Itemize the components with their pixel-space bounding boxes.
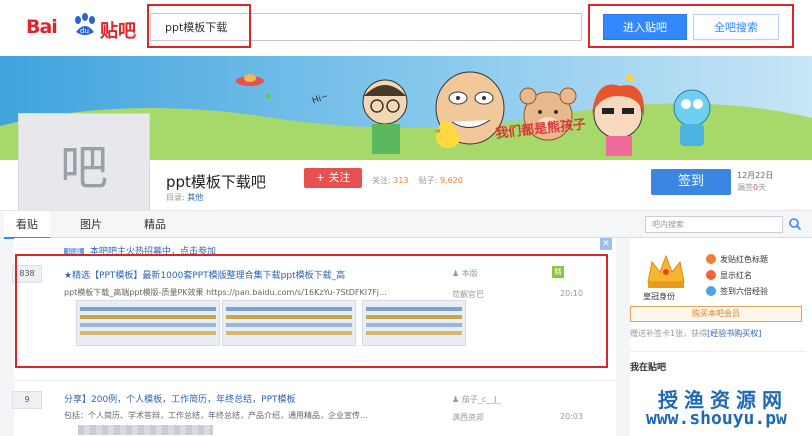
tab-featured[interactable]: 精品 — [132, 211, 178, 239]
sign-missed-suffix: 天 — [758, 183, 767, 192]
followers-count: 313 — [393, 176, 409, 185]
sign-date: 12月22日 — [737, 171, 774, 180]
followers-label: 关注: — [372, 176, 391, 185]
sign-missed-days: 漏签0天 — [737, 182, 766, 193]
perk-label: 发贴红色标题 — [720, 255, 768, 264]
red-name-icon — [706, 270, 716, 280]
search-icon[interactable] — [788, 217, 802, 231]
perk-item: 显示红名 — [706, 270, 752, 281]
perk-label: 显示红名 — [720, 271, 752, 280]
logo-text-tieba: 贴吧 — [100, 21, 136, 42]
forum-category: 目录: 其他 — [166, 192, 203, 203]
watermark-url: www.shouyu.pw — [646, 408, 787, 429]
thread-last-reply-user[interactable]: 满西资邦 — [452, 412, 484, 423]
posts-count: 9,620 — [439, 176, 463, 185]
tab-images[interactable]: 图片 — [68, 211, 114, 239]
forum-search-input[interactable]: 吧内搜索 — [645, 216, 783, 233]
perk-item: 签到六倍经验 — [706, 286, 768, 297]
perk-label: 签到六倍经验 — [720, 287, 768, 296]
user-icon: ♟ — [452, 395, 462, 404]
perk-item: 发贴红色标题 — [706, 254, 768, 265]
vip-note: 赠送补签卡1张，获得[经验书购买权] — [630, 328, 761, 339]
reply-count: 9 — [12, 391, 42, 409]
red-title-icon — [706, 254, 716, 264]
vip-note-text: 赠送补签卡1张，获得 — [630, 329, 708, 338]
watermark: 授渔资源网 www.shouyu.pw — [644, 378, 812, 436]
baidu-tieba-logo[interactable]: Bai du 贴吧 — [26, 10, 146, 42]
follow-button[interactable]: + 关注 — [304, 168, 362, 188]
exp-book-link[interactable]: [经验书购买权] — [707, 329, 761, 338]
annotation-frame-search — [147, 4, 251, 48]
forum-stats: 关注: 313 贴子: 9,620 — [372, 175, 463, 186]
category-link[interactable]: 其他 — [187, 193, 203, 202]
baidu-paw-icon: du — [75, 13, 95, 35]
thread-author[interactable]: ♟ 茄子_c__J_ — [452, 394, 500, 405]
thread-time: 20:03 — [560, 412, 584, 421]
my-forums-heading: 我在贴吧 — [630, 363, 667, 373]
logo-text-bai: Bai — [26, 16, 58, 38]
annotation-frame-thread — [15, 254, 608, 368]
blurred-image-strip — [78, 425, 213, 435]
sidebar-divider — [630, 351, 806, 352]
sign-exp-icon — [706, 286, 716, 296]
annotation-frame-buttons — [588, 4, 794, 48]
signin-button[interactable]: 签到 — [651, 169, 731, 195]
posts-label: 贴子: — [418, 176, 438, 185]
logo-paw-text: du — [80, 27, 89, 35]
thread-title[interactable]: 分享】200例，个人模板，工作简历，年终总结，PPT模板 — [64, 392, 424, 405]
buy-vip-button[interactable]: 购买本吧会员 — [630, 306, 802, 322]
thread-excerpt: 包括：个人简历、学术答辩，工作总结，年终总结，产品介绍，通用精品，企业宣传... — [64, 411, 368, 420]
thread-author-name: 茄子_c__J_ — [461, 395, 501, 404]
vip-label: 皇冠身份 — [643, 292, 675, 301]
close-icon[interactable]: ✕ — [600, 238, 612, 250]
sign-missed-prefix: 漏签 — [737, 183, 753, 192]
tab-posts[interactable]: 看贴 — [4, 211, 50, 239]
crown-icon — [647, 254, 685, 288]
forum-name[interactable]: ppt模板下载吧 — [166, 171, 266, 192]
thread-divider — [14, 380, 616, 381]
forum-avatar[interactable]: 吧 — [18, 113, 150, 213]
category-label: 目录: — [166, 193, 185, 202]
